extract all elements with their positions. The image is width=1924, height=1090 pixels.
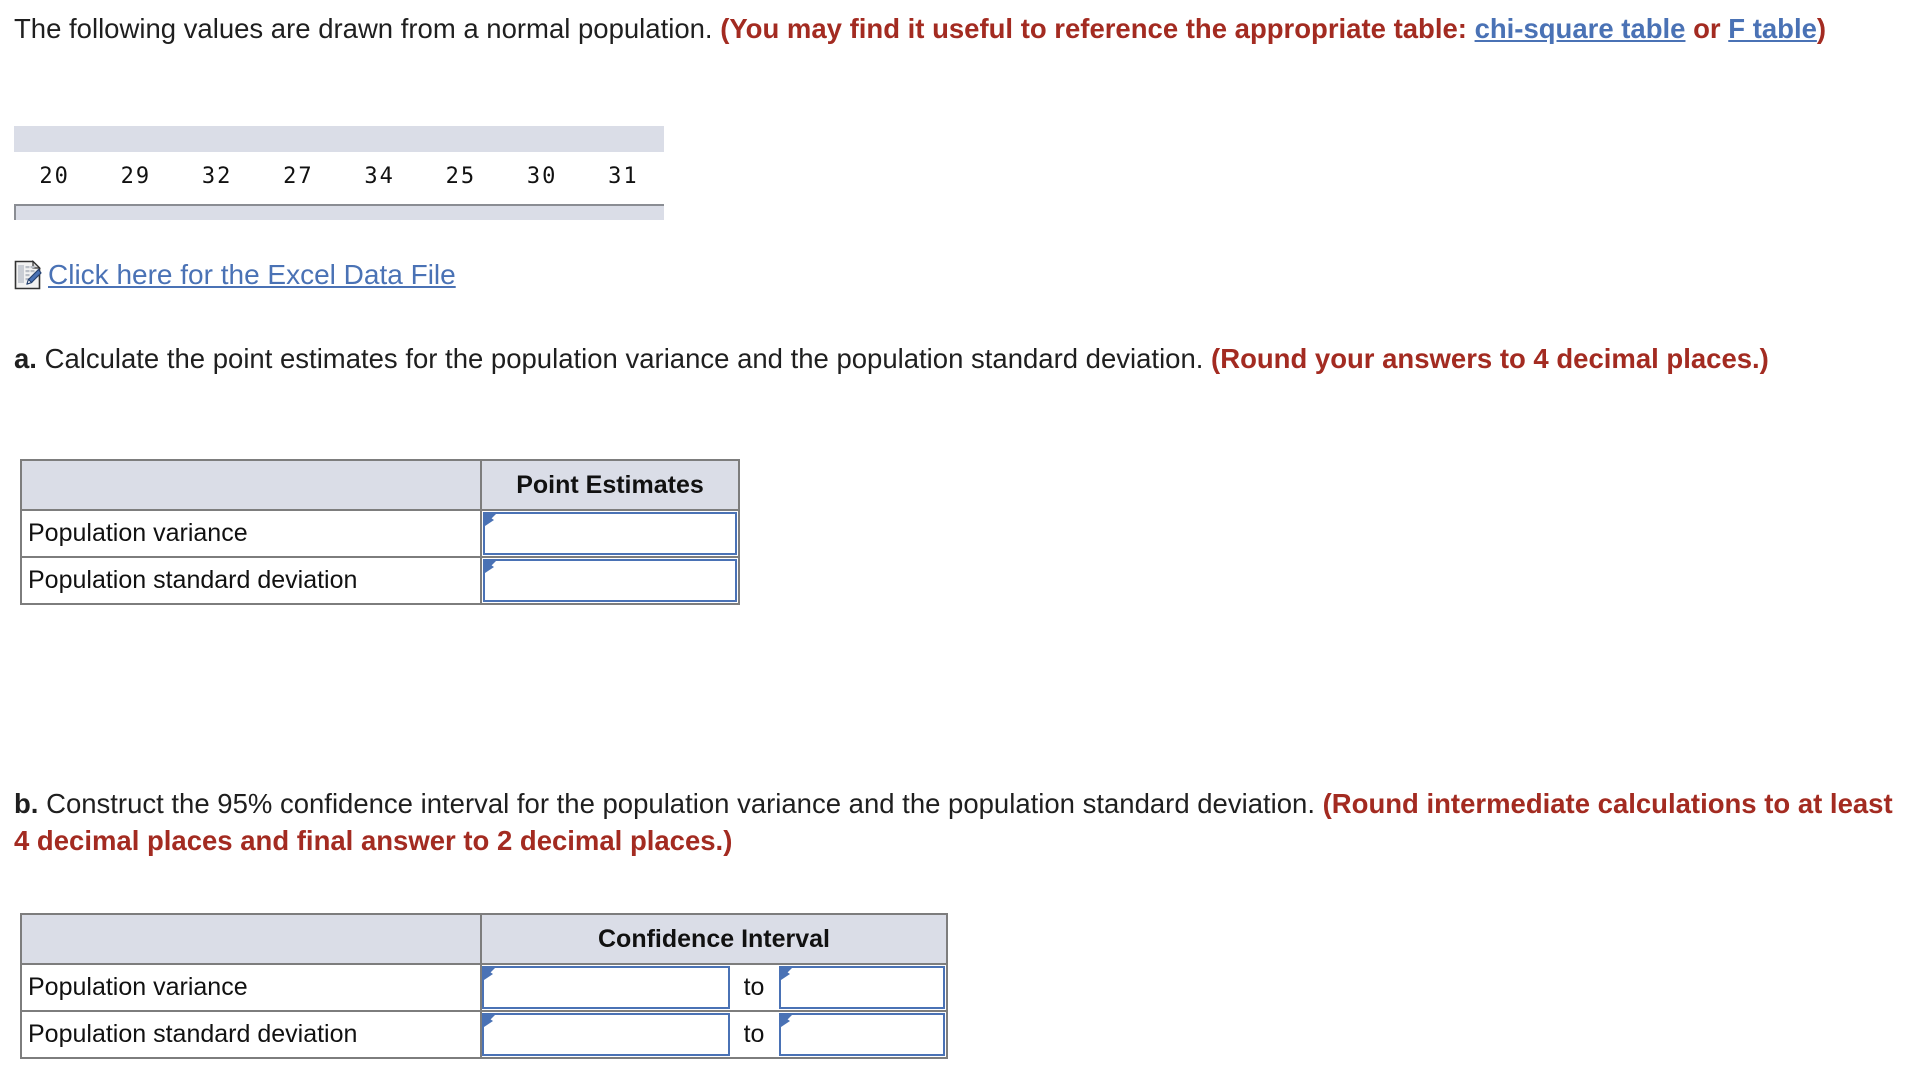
stdev-interval-separator: to (730, 1012, 778, 1057)
population-variance-upper-bound-input[interactable] (779, 966, 945, 1009)
part-b-question-text: Construct the 95% confidence interval fo… (38, 788, 1323, 819)
part-a-rounding-instruction: (Round your answers to 4 decimal places.… (1211, 343, 1769, 374)
part-a-question-text: Calculate the point estimates for the po… (36, 343, 1212, 374)
prompt-note-close: ) (1816, 13, 1827, 44)
question-page: The following values are drawn from a no… (0, 0, 1924, 1090)
sample-data-cell: 34 (364, 163, 395, 189)
prompt-note-open: (You may find it useful to reference the… (720, 13, 1475, 44)
question-prompt: The following values are drawn from a no… (14, 10, 1914, 47)
point-estimate-variance-cell (480, 511, 738, 556)
population-standard-deviation-lower-bound-input[interactable] (482, 1013, 730, 1056)
table-header-row: Confidence Interval (22, 915, 946, 963)
table-row: Population variance (22, 509, 738, 556)
prompt-lead-text: The following values are drawn from a no… (14, 13, 713, 44)
population-variance-point-estimate-input[interactable] (483, 512, 737, 555)
table-row: Population variance to (22, 963, 946, 1010)
part-a-letter: a. (14, 343, 37, 374)
table-row: Population standard deviation to (22, 1010, 946, 1057)
part-b-question: b. Construct the 95% confidence interval… (14, 785, 1914, 859)
sample-data-cell: 29 (120, 163, 152, 189)
sample-data-header-bar (14, 126, 664, 152)
sample-data-cell: 27 (283, 163, 314, 189)
confidence-interval-table: Confidence Interval Population variance … (20, 913, 948, 1059)
row-label-population-variance: Population variance (28, 519, 248, 547)
excel-data-file-link[interactable]: Click here for the Excel Data File (48, 260, 456, 290)
sample-data-cell: 32 (201, 163, 233, 189)
part-a-question: a. Calculate the point estimates for the… (14, 340, 1914, 377)
blank-header-cell (22, 915, 480, 963)
f-table-link[interactable]: F table (1728, 13, 1817, 44)
variance-upper-bound-cell (778, 965, 946, 1010)
sample-data-cell: 25 (445, 163, 477, 189)
sample-data-cell: 20 (39, 163, 70, 189)
part-b-letter: b. (14, 788, 39, 819)
table-row: Population standard deviation (22, 556, 738, 603)
confidence-interval-header-cell: Confidence Interval (480, 915, 946, 963)
stdev-lower-bound-cell (480, 1012, 730, 1057)
sample-data-table: 20 29 32 27 34 25 30 31 (14, 126, 664, 220)
variance-lower-bound-cell (480, 965, 730, 1010)
row-label-population-standard-deviation: Population standard deviation (28, 1020, 358, 1048)
population-standard-deviation-point-estimate-input[interactable] (483, 559, 737, 602)
sample-data-cell: 31 (608, 163, 639, 189)
sample-data-row: 20 29 32 27 34 25 30 31 (14, 152, 664, 200)
table-header-row: Point Estimates (22, 461, 738, 509)
variance-interval-separator: to (730, 965, 778, 1010)
sample-data-footer-bar (14, 204, 664, 220)
prompt-note-mid: or (1685, 13, 1729, 44)
population-variance-lower-bound-input[interactable] (482, 966, 730, 1009)
chi-square-table-link[interactable]: chi-square table (1475, 13, 1686, 44)
row-label-population-variance: Population variance (28, 973, 248, 1001)
blank-header-cell (22, 461, 480, 509)
excel-data-file-row[interactable]: Click here for the Excel Data File (14, 260, 456, 290)
population-standard-deviation-upper-bound-input[interactable] (779, 1013, 945, 1056)
sample-data-cell: 30 (526, 163, 558, 189)
point-estimates-table: Point Estimates Population variance Popu… (20, 459, 740, 605)
row-label-population-standard-deviation: Population standard deviation (28, 566, 358, 594)
stdev-upper-bound-cell (778, 1012, 946, 1057)
excel-document-icon (14, 260, 42, 290)
point-estimates-header-cell: Point Estimates (480, 461, 738, 509)
point-estimate-stdev-cell (480, 558, 738, 603)
